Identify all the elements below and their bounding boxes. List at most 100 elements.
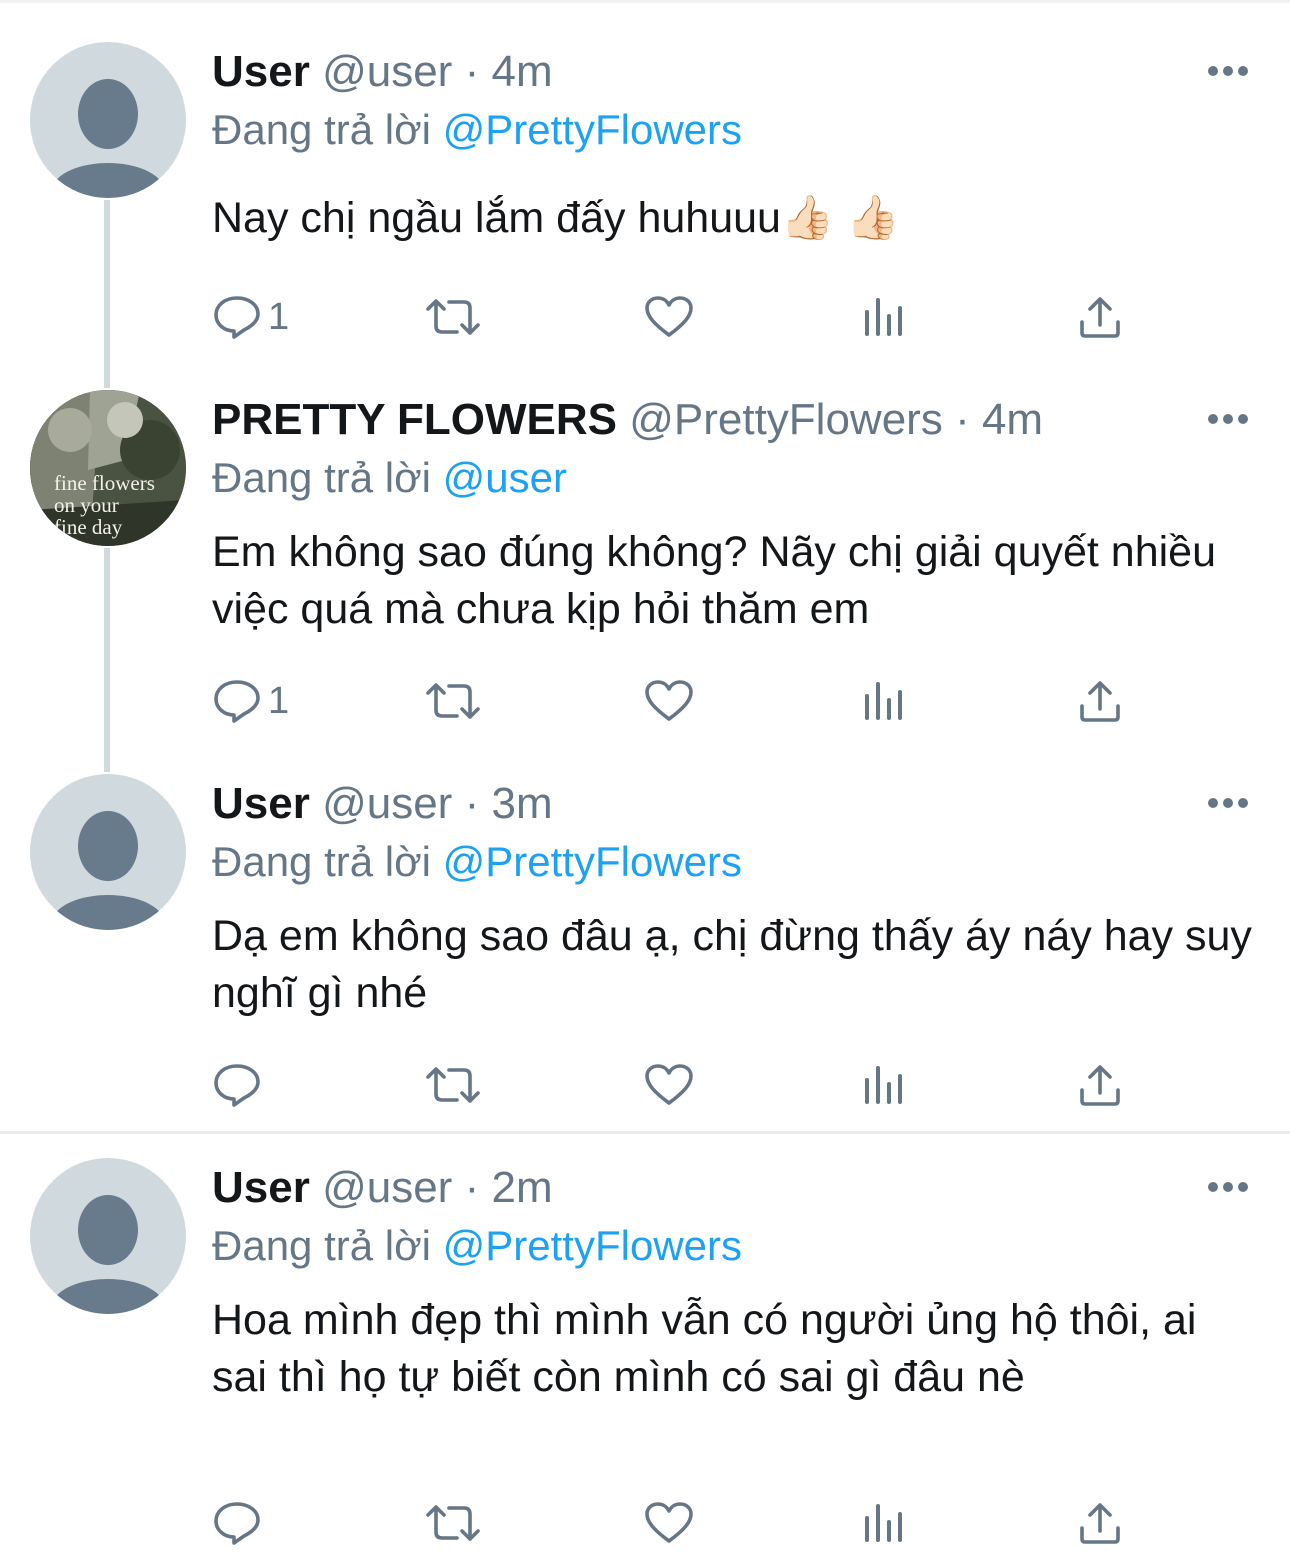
mention-link[interactable]: @user <box>443 454 567 501</box>
tweet-text: Hoa mình đẹp thì mình vẫn có người ủng h… <box>212 1296 1197 1401</box>
replying-prefix: Đang trả lời <box>212 106 431 153</box>
replying-prefix: Đang trả lời <box>212 454 431 501</box>
default-avatar-icon <box>50 79 166 198</box>
like-button[interactable] <box>644 676 700 726</box>
reply-icon <box>214 680 260 723</box>
avatar[interactable]: fine flowers on your fine day <box>30 390 186 546</box>
more-icon[interactable] <box>1206 412 1250 426</box>
share-button[interactable] <box>1078 676 1122 726</box>
separator-dot: · <box>955 395 970 444</box>
author-handle[interactable]: @PrettyFlowers <box>629 395 943 444</box>
heart-icon <box>645 296 693 337</box>
retweet-button[interactable] <box>424 1498 488 1548</box>
avatar[interactable] <box>30 774 186 930</box>
analytics-button[interactable] <box>862 1060 906 1110</box>
timestamp[interactable]: 3m <box>491 779 552 828</box>
author-name[interactable]: PRETTY FLOWERS <box>212 395 617 444</box>
analytics-button[interactable] <box>862 676 906 726</box>
replying-to: Đang trả lời @user <box>212 448 567 508</box>
avatar-caption-line: fine day <box>54 515 123 539</box>
mention-link[interactable]: @PrettyFlowers <box>443 1222 742 1269</box>
separator-dot: · <box>464 779 480 828</box>
action-bar: 1 <box>212 292 1132 342</box>
retweet-icon <box>426 683 480 719</box>
tweet-header: PRETTY FLOWERS @PrettyFlowers · 4m <box>212 390 1043 450</box>
author-name[interactable]: User <box>212 779 310 828</box>
retweet-button[interactable] <box>424 1060 488 1110</box>
tweet-header: User @user · 2m <box>212 1158 553 1218</box>
action-bar <box>212 1060 1132 1110</box>
mention-link[interactable]: @PrettyFlowers <box>443 838 742 885</box>
share-button[interactable] <box>1078 1498 1122 1548</box>
retweet-icon <box>426 1505 480 1541</box>
replying-to: Đang trả lời @PrettyFlowers <box>212 832 742 892</box>
timestamp[interactable]: 2m <box>491 1163 552 1212</box>
analytics-icon <box>865 298 902 336</box>
tweet-header: User @user · 4m <box>212 42 553 102</box>
more-icon[interactable] <box>1206 1180 1250 1194</box>
share-icon <box>1080 297 1120 338</box>
top-rule <box>0 0 1290 3</box>
avatar-caption-line: fine flowers <box>54 471 155 495</box>
author-handle[interactable]: @user <box>322 1163 452 1212</box>
replying-to: Đang trả lời @PrettyFlowers <box>212 100 742 160</box>
avatar-caption-line: on your <box>54 493 119 517</box>
reply-button[interactable]: 1 <box>212 676 289 726</box>
retweet-icon <box>426 299 480 335</box>
mention-link[interactable]: @PrettyFlowers <box>443 106 742 153</box>
reply-count: 1 <box>268 295 290 338</box>
reply-button[interactable]: 1 <box>212 292 289 342</box>
like-button[interactable] <box>644 292 700 342</box>
thread-line <box>104 548 110 772</box>
share-icon <box>1080 1065 1120 1106</box>
divider <box>0 1131 1290 1134</box>
separator-dot: · <box>464 47 480 96</box>
replying-prefix: Đang trả lời <box>212 1222 431 1269</box>
heart-icon <box>645 1064 693 1105</box>
author-name[interactable]: User <box>212 47 310 96</box>
share-icon <box>1080 1503 1120 1544</box>
retweet-button[interactable] <box>424 676 488 726</box>
thread-line <box>104 200 110 388</box>
author-name[interactable]: User <box>212 1163 310 1212</box>
like-button[interactable] <box>644 1498 700 1548</box>
reply-icon <box>214 296 260 339</box>
tweet-header: User @user · 3m <box>212 774 553 834</box>
share-button[interactable] <box>1078 292 1122 342</box>
like-button[interactable] <box>644 1060 700 1110</box>
retweet-button[interactable] <box>424 292 488 342</box>
tweet-text: Dạ em không sao đâu ạ, chị đừng thấy áy … <box>212 912 1252 1017</box>
more-icon[interactable] <box>1206 796 1250 810</box>
analytics-icon <box>865 682 902 720</box>
share-icon <box>1080 681 1120 722</box>
action-bar <box>212 1498 1132 1548</box>
avatar-caption: fine flowers on your fine day <box>54 472 184 538</box>
reply-icon <box>214 1064 260 1107</box>
timestamp[interactable]: 4m <box>491 47 552 96</box>
more-icon[interactable] <box>1206 64 1250 78</box>
reply-count: 1 <box>268 679 290 722</box>
default-avatar-icon <box>50 811 166 930</box>
author-handle[interactable]: @user <box>322 47 452 96</box>
reply-button[interactable] <box>212 1498 268 1548</box>
avatar[interactable] <box>30 42 186 198</box>
avatar[interactable] <box>30 1158 186 1314</box>
heart-icon <box>645 1502 693 1543</box>
analytics-button[interactable] <box>862 1498 906 1548</box>
retweet-icon <box>426 1067 480 1103</box>
analytics-button[interactable] <box>862 292 906 342</box>
replying-to: Đang trả lời @PrettyFlowers <box>212 1216 742 1276</box>
separator-dot: · <box>464 1163 480 1212</box>
timestamp[interactable]: 4m <box>982 395 1043 444</box>
author-handle[interactable]: @user <box>322 779 452 828</box>
heart-icon <box>645 680 693 721</box>
reply-icon <box>214 1502 260 1545</box>
replying-prefix: Đang trả lời <box>212 838 431 885</box>
analytics-icon <box>865 1504 902 1542</box>
analytics-icon <box>865 1066 902 1104</box>
reply-button[interactable] <box>212 1060 268 1110</box>
tweet-text: Nay chị ngầu lắm đấy huhuuu👍🏻 👍🏻 <box>212 194 900 242</box>
action-bar: 1 <box>212 676 1132 726</box>
share-button[interactable] <box>1078 1060 1122 1110</box>
default-avatar-icon <box>50 1195 166 1314</box>
